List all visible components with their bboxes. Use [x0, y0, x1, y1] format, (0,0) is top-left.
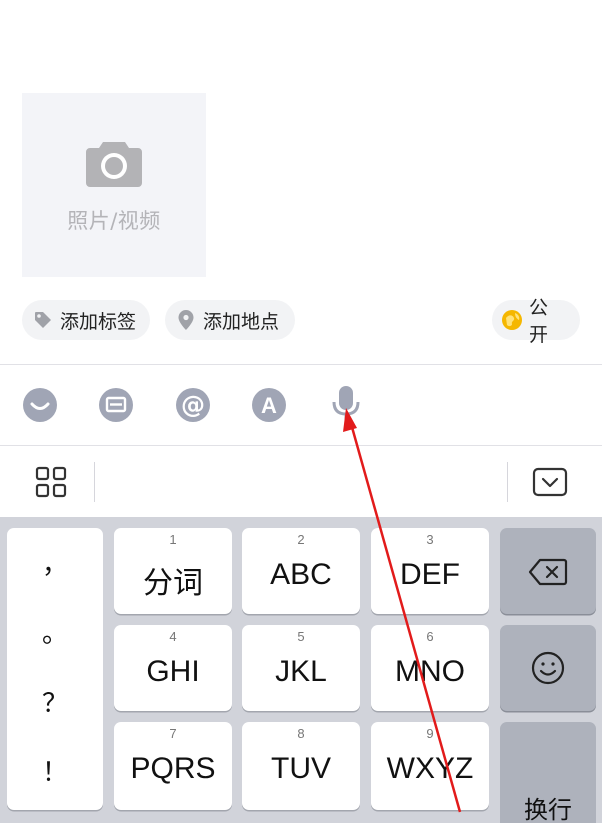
photo-video-upload-tile[interactable]: 照片/视频	[22, 93, 206, 277]
add-tag-label: 添加标签	[60, 310, 137, 333]
grid-icon[interactable]	[35, 466, 67, 502]
photo-video-label: 照片/视频	[67, 209, 161, 233]
divider	[0, 364, 602, 365]
punctuation-column[interactable]: ， 。 ？ ！	[7, 528, 103, 810]
tag-icon	[32, 309, 54, 331]
delete-key[interactable]	[500, 528, 596, 614]
svg-text:A: A	[261, 393, 277, 418]
add-location-label: 添加地点	[203, 310, 280, 333]
key-5[interactable]: 5 JKL	[242, 625, 360, 711]
image-icon[interactable]	[98, 387, 134, 423]
visibility-public-button[interactable]: 公开	[492, 297, 580, 346]
toolbar-separator	[507, 462, 508, 502]
keyboard-collapse-icon[interactable]	[532, 467, 568, 501]
punctuation-exclamation-key[interactable]: ！	[7, 752, 103, 789]
keyboard-toolbar	[0, 446, 602, 518]
key-1[interactable]: 1 分词	[114, 528, 232, 614]
key-6[interactable]: 6 MNO	[371, 625, 489, 711]
newline-key[interactable]: 换行	[500, 722, 596, 823]
key-7[interactable]: 7 PQRS	[114, 722, 232, 810]
emoji-icon[interactable]	[22, 387, 58, 423]
svg-text:@: @	[181, 391, 205, 419]
visibility-label: 公开	[529, 297, 549, 346]
emoji-face-icon	[531, 651, 565, 689]
font-icon[interactable]: A	[251, 387, 287, 423]
toolbar-separator	[94, 462, 95, 502]
backspace-icon	[528, 558, 568, 590]
globe-icon	[501, 309, 523, 331]
key-9[interactable]: 9 WXYZ	[371, 722, 489, 810]
key-3[interactable]: 3 DEF	[371, 528, 489, 614]
emoji-key[interactable]	[500, 625, 596, 711]
key-2[interactable]: 2 ABC	[242, 528, 360, 614]
mention-icon[interactable]: @	[175, 387, 211, 423]
add-tag-button[interactable]: 添加标签	[22, 300, 150, 340]
punctuation-question-key[interactable]: ？	[7, 683, 103, 720]
punctuation-period-key[interactable]: 。	[7, 613, 103, 650]
microphone-icon[interactable]	[328, 384, 364, 424]
key-4[interactable]: 4 GHI	[114, 625, 232, 711]
add-location-button[interactable]: 添加地点	[165, 300, 295, 340]
key-8[interactable]: 8 TUV	[242, 722, 360, 810]
location-pin-icon	[175, 309, 197, 331]
punctuation-comma-key[interactable]: ，	[7, 544, 103, 581]
camera-icon	[85, 138, 143, 188]
